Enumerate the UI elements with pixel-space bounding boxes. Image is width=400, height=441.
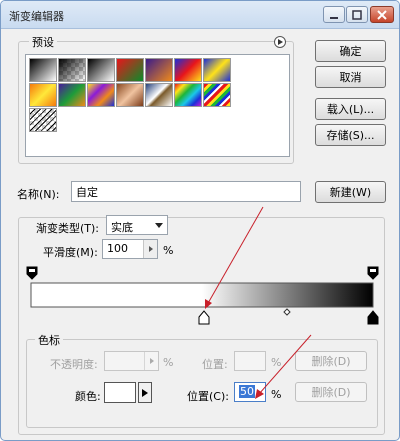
color-stop-middle[interactable] bbox=[198, 310, 210, 325]
play-arrow-icon bbox=[148, 246, 153, 252]
close-icon bbox=[377, 9, 387, 20]
preset-swatch-red-green[interactable] bbox=[116, 58, 144, 82]
gradient-editor-window: 渐变编辑器 预设 确定 取消 载入(L)... 存储(S)... 名称(N): … bbox=[0, 0, 400, 441]
preset-swatch-foreground-to-transparent[interactable] bbox=[58, 58, 86, 82]
gradient-bar-area[interactable] bbox=[23, 263, 379, 325]
play-arrow-icon bbox=[278, 39, 283, 45]
maximize-button[interactable] bbox=[346, 6, 368, 23]
preset-swatch-orange-yellow-orange[interactable] bbox=[29, 83, 57, 107]
smoothness-label: 平滑度(M): bbox=[43, 246, 98, 259]
color-label: 颜色: bbox=[75, 390, 101, 403]
minimize-button[interactable] bbox=[323, 6, 345, 23]
presets-menu-button[interactable] bbox=[274, 36, 286, 48]
window-title: 渐变编辑器 bbox=[9, 10, 64, 23]
maximize-icon bbox=[352, 9, 362, 20]
preset-swatch-violet-green-orange[interactable] bbox=[58, 83, 86, 107]
preset-swatch-violet-orange[interactable] bbox=[145, 58, 173, 82]
close-button[interactable] bbox=[370, 6, 394, 23]
location-value: 50 bbox=[239, 385, 255, 398]
ok-button[interactable]: 确定 bbox=[315, 40, 386, 62]
opacity-unit: % bbox=[163, 356, 174, 369]
preset-swatch-blue-red-yellow[interactable] bbox=[174, 58, 202, 82]
color-stops-label: 色标 bbox=[35, 332, 63, 348]
opacity-location-field bbox=[234, 351, 266, 371]
preset-swatch-copper[interactable] bbox=[116, 83, 144, 107]
chevron-down-icon bbox=[155, 223, 163, 228]
smoothness-stepper[interactable] bbox=[143, 240, 157, 258]
preset-swatch-chrome[interactable] bbox=[145, 83, 173, 107]
cancel-button[interactable]: 取消 bbox=[315, 66, 386, 88]
opacity-field bbox=[104, 351, 159, 371]
opacity-label: 不透明度: bbox=[50, 358, 98, 371]
color-menu-button[interactable] bbox=[138, 382, 152, 403]
title-bar[interactable]: 渐变编辑器 bbox=[1, 1, 399, 29]
name-field[interactable]: 自定 bbox=[71, 181, 301, 202]
opacity-stop-left[interactable] bbox=[26, 266, 38, 280]
preset-swatch-yellow-violet-orange-blue[interactable] bbox=[87, 83, 115, 107]
preset-swatch-transparent-rainbow[interactable] bbox=[203, 83, 231, 107]
opacity-stepper bbox=[144, 352, 158, 370]
delete-color-stop-button: 删除(D) bbox=[295, 382, 367, 402]
smoothness-value: 100 bbox=[107, 242, 128, 255]
save-button[interactable]: 存储(S)... bbox=[315, 124, 386, 146]
gradient-type-label: 渐变类型(T): bbox=[33, 220, 103, 236]
location-field[interactable]: 50 bbox=[234, 382, 266, 402]
presets-label: 预设 bbox=[29, 34, 57, 50]
preset-swatch-black-white[interactable] bbox=[87, 58, 115, 82]
preset-swatch-foreground-to-background[interactable] bbox=[29, 58, 57, 82]
gradient-preview-bar[interactable] bbox=[30, 282, 374, 308]
presets-list[interactable] bbox=[25, 54, 290, 157]
gradient-type-value: 实底 bbox=[111, 221, 133, 234]
opacity-location-label: 位置: bbox=[202, 358, 228, 371]
smoothness-field[interactable]: 100 bbox=[102, 239, 158, 259]
location-label: 位置(C): bbox=[187, 390, 229, 403]
opacity-location-unit: % bbox=[271, 356, 282, 369]
preset-swatch-transparent-stripes[interactable] bbox=[29, 108, 57, 132]
new-button[interactable]: 新建(W) bbox=[315, 181, 386, 203]
preset-swatch-blue-yellow-blue[interactable] bbox=[203, 58, 231, 82]
preset-swatch-spectrum[interactable] bbox=[174, 83, 202, 107]
play-arrow-icon bbox=[149, 358, 154, 364]
smoothness-unit: % bbox=[163, 244, 174, 257]
midpoint-diamond[interactable] bbox=[283, 308, 291, 316]
opacity-stop-right[interactable] bbox=[367, 266, 379, 280]
name-label: 名称(N): bbox=[17, 188, 60, 201]
play-arrow-icon bbox=[142, 388, 148, 397]
color-swatch[interactable] bbox=[104, 382, 136, 403]
location-unit: % bbox=[271, 388, 282, 401]
delete-opacity-stop-button: 删除(D) bbox=[295, 351, 367, 371]
load-button[interactable]: 载入(L)... bbox=[315, 98, 386, 120]
color-stop-right[interactable] bbox=[367, 310, 379, 325]
minimize-icon bbox=[330, 16, 338, 19]
gradient-type-select[interactable]: 实底 bbox=[106, 215, 168, 235]
